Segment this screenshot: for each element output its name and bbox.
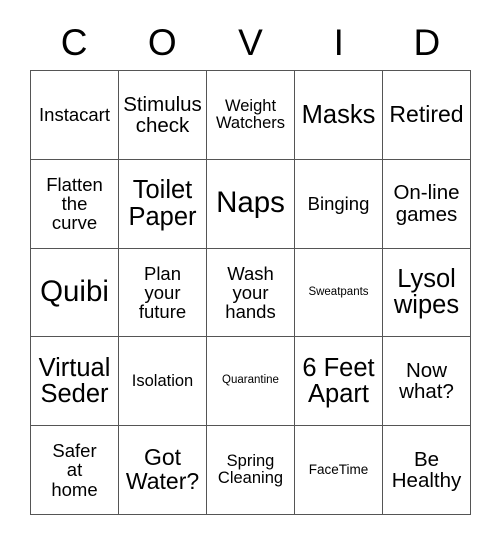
bingo-cell[interactable]: Masks xyxy=(295,71,383,160)
bingo-cell[interactable]: Toilet Paper xyxy=(119,159,207,249)
bingo-cell[interactable]: Quarantine xyxy=(207,337,295,427)
bingo-cell-label: FaceTime xyxy=(308,462,369,478)
bingo-cell[interactable]: Isolation xyxy=(119,337,207,427)
bingo-cell[interactable]: Be Healthy xyxy=(383,426,471,515)
bingo-cell[interactable]: Instacart xyxy=(31,71,119,160)
bingo-cell[interactable]: Now what? xyxy=(383,337,471,427)
bingo-row: Virtual Seder Isolation Quarantine 6 Fee… xyxy=(31,337,471,427)
bingo-card: C O V I D Instacart Stimulus check Weigh… xyxy=(0,0,500,544)
bingo-cell[interactable]: Lysol wipes xyxy=(383,248,471,338)
bingo-cell[interactable]: Flatten the curve xyxy=(31,159,119,249)
bingo-row: Instacart Stimulus check Weight Watchers… xyxy=(31,71,471,160)
bingo-cell-label: Virtual Seder xyxy=(38,353,111,409)
bingo-row: Flatten the curve Toilet Paper Naps Bing… xyxy=(31,159,471,249)
bingo-cell[interactable]: Quibi xyxy=(31,248,119,338)
bingo-cell-label: Naps xyxy=(216,186,285,220)
bingo-cell[interactable]: Stimulus check xyxy=(119,71,207,160)
bingo-cell-label: Spring Cleaning xyxy=(217,451,284,488)
bingo-cell-label: Got Water? xyxy=(125,444,200,495)
header-letter-4: I xyxy=(333,21,344,63)
bingo-cell-label: Quarantine xyxy=(222,374,279,387)
bingo-cell-label: Now what? xyxy=(399,358,454,404)
bingo-cell[interactable]: On-line games xyxy=(383,159,471,249)
bingo-cell[interactable]: Binging xyxy=(295,159,383,249)
bingo-cell[interactable]: Sweatpants xyxy=(295,248,383,338)
bingo-cell-label: Instacart xyxy=(39,104,110,126)
bingo-cell-label: Wash your hands xyxy=(225,262,276,323)
bingo-row: Quibi Plan your future Wash your hands S… xyxy=(31,248,471,338)
header-letter-2: O xyxy=(147,21,177,63)
bingo-cell[interactable]: Retired xyxy=(383,71,471,160)
bingo-cell-label: Toilet Paper xyxy=(128,176,197,231)
bingo-cell-label: On-line games xyxy=(393,181,460,226)
bingo-cell[interactable]: Plan your future xyxy=(119,248,207,338)
bingo-cell-label: Safer at home xyxy=(51,440,98,500)
bingo-cell[interactable]: 6 Feet Apart xyxy=(295,337,383,427)
bingo-cell-label: Weight Watchers xyxy=(215,96,286,132)
bingo-cell[interactable]: Weight Watchers xyxy=(207,71,295,160)
bingo-grid: Instacart Stimulus check Weight Watchers… xyxy=(30,70,471,515)
bingo-cell[interactable]: Safer at home xyxy=(31,426,119,515)
bingo-row: Safer at home Got Water? Spring Cleaning… xyxy=(31,426,471,515)
header-letter-5: D xyxy=(413,21,441,63)
bingo-cell-label: Retired xyxy=(389,100,464,127)
bingo-cell-label: Plan your future xyxy=(138,262,187,323)
bingo-cell[interactable]: FaceTime xyxy=(295,426,383,515)
bingo-cell-label: Quibi xyxy=(40,275,109,309)
bingo-cell-label: 6 Feet Apart xyxy=(302,353,375,409)
header-letter-1: C xyxy=(60,21,88,63)
bingo-cell-label: Masks xyxy=(301,100,376,129)
bingo-cell-label: Sweatpants xyxy=(308,285,369,298)
bingo-header-row: C O V I D xyxy=(30,14,471,70)
bingo-cell-label: Stimulus check xyxy=(123,92,202,137)
bingo-cell-label: Binging xyxy=(307,193,370,215)
bingo-cell[interactable]: Got Water? xyxy=(119,426,207,515)
bingo-cell-label: Lysol wipes xyxy=(393,264,460,320)
bingo-cell[interactable]: Wash your hands xyxy=(207,248,295,338)
bingo-cell[interactable]: Spring Cleaning xyxy=(207,426,295,515)
bingo-cell-label: Isolation xyxy=(131,371,194,390)
bingo-cell[interactable]: Virtual Seder xyxy=(31,337,119,427)
bingo-cell-label: Flatten the curve xyxy=(46,173,103,234)
bingo-cell-label: Be Healthy xyxy=(391,447,462,493)
bingo-cell[interactable]: Naps xyxy=(207,159,295,249)
header-letter-3: V xyxy=(238,21,263,63)
